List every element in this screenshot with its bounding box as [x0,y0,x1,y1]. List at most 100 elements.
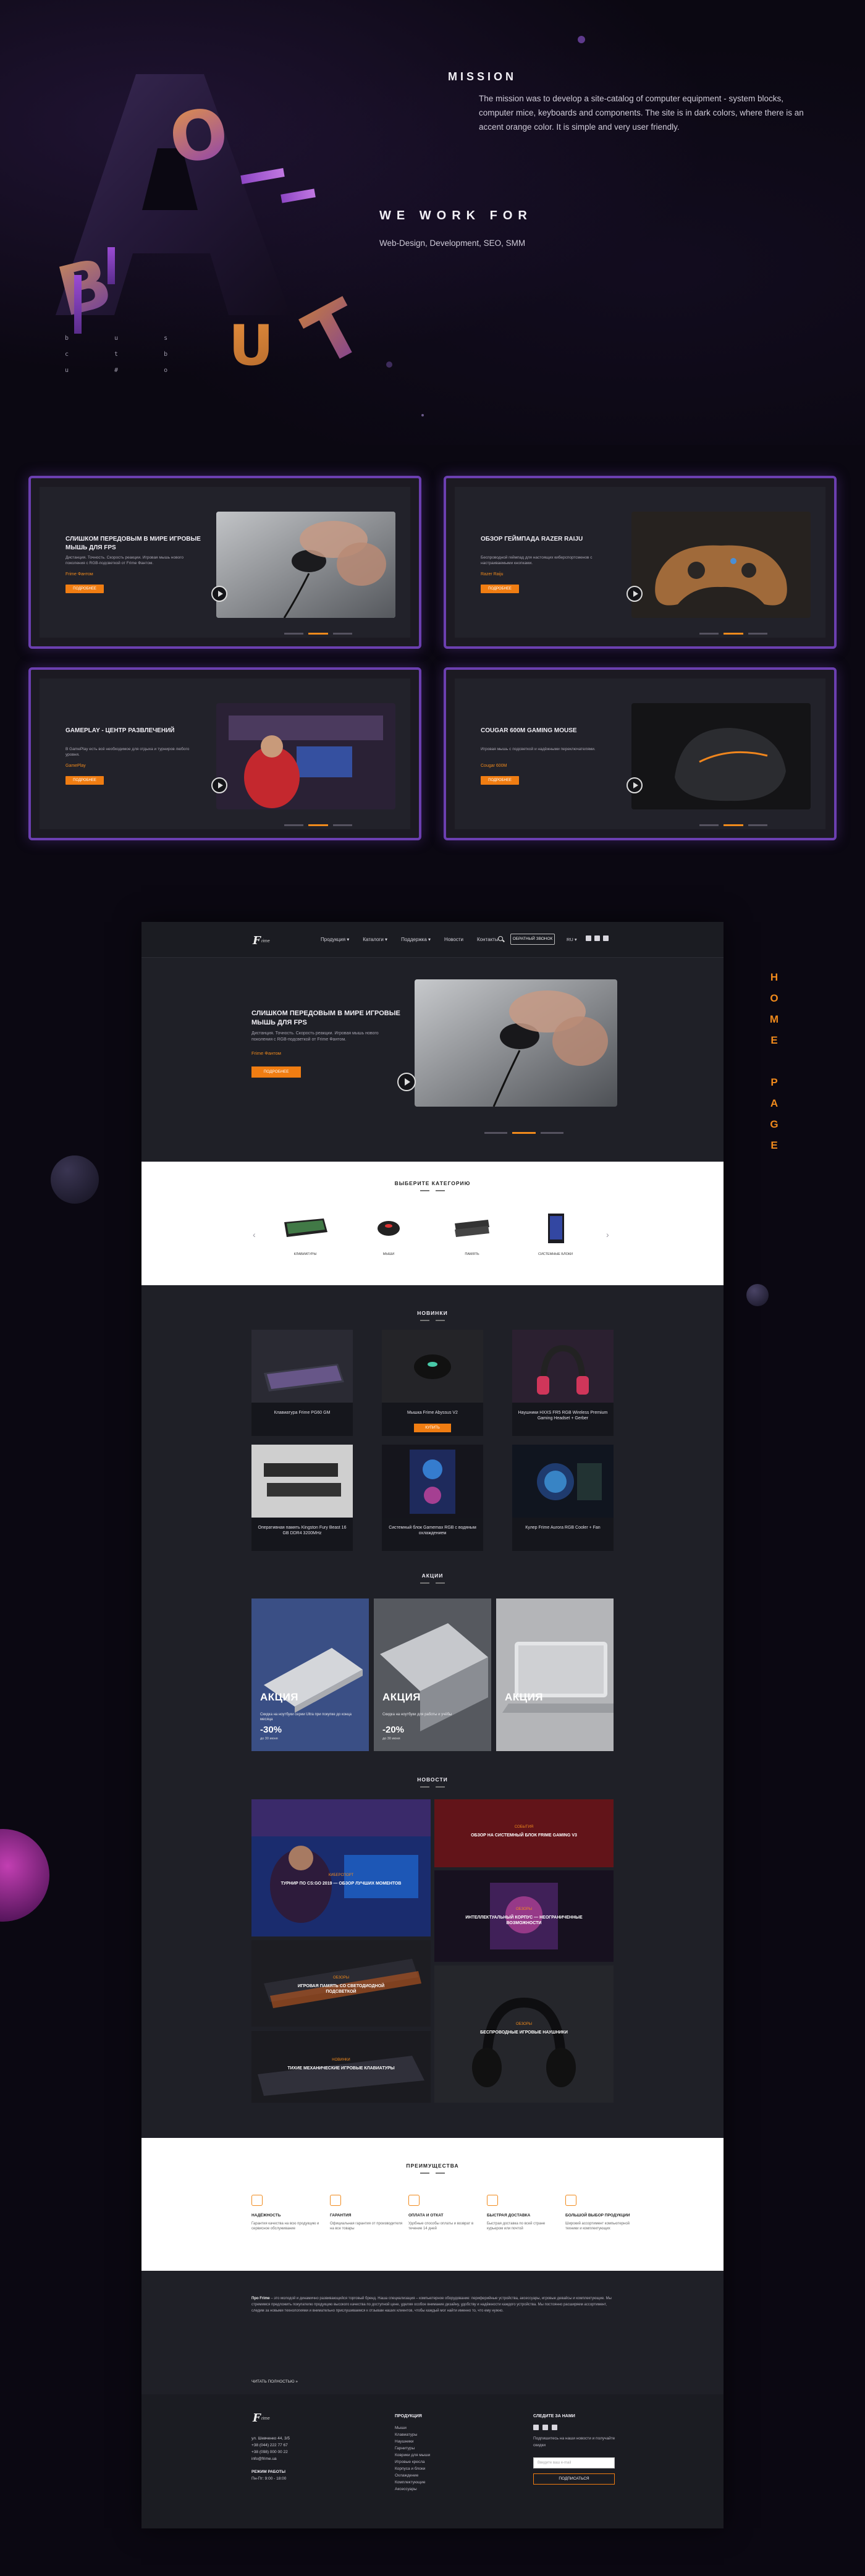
product-card[interactable]: Кулер Frime Aurora RGB Cooler + Fan [512,1445,614,1551]
slide-more-button[interactable]: ПОДРОБНЕЕ [481,585,519,593]
chevron-right-icon[interactable]: › [606,1230,609,1239]
product-name: Оперативная память Kingston Fury Beast 1… [258,1526,347,1535]
nav-item-catalogs[interactable]: Каталоги ▾ [363,937,387,942]
section-title: АКЦИИ [421,1573,444,1579]
category-system-units[interactable]: СИСТЕМНЫЕ БЛОКИ [521,1211,589,1256]
footer-subscribe: СЛЕДИТЕ ЗА НАМИ Подпишитесь на наши ново… [533,2413,620,2485]
slide-description: Беспроводной геймпад для настоящих кибер… [481,555,593,565]
product-image [512,1445,614,1518]
play-button[interactable] [211,586,227,602]
nav-item-news[interactable]: Новости [444,937,463,942]
news-card[interactable]: КИБЕРСПОРТ ТУРНИР ПО CS:GO 2019 — ОБЗОР … [251,1799,431,1936]
nav-item-contacts[interactable]: Контакты [477,937,499,942]
play-button[interactable] [397,1073,416,1091]
instagram-icon[interactable] [603,935,609,941]
category-memory[interactable]: ПАМЯТЬ [438,1211,506,1256]
play-button[interactable] [627,586,643,602]
read-more-link[interactable]: ЧИТАТЬ ПОЛНОСТЬЮ » [251,2380,298,2384]
product-card[interactable]: Клавиатура Frime PG60 GM [251,1330,353,1436]
mission-text: The mission was to develop a site-catalo… [479,94,804,132]
hero-title: СЛИШКОМ ПЕРЕДОВЫМ В МИРЕ ИГРОВЫЕ МЫШЬ ДЛ… [251,1010,400,1026]
product-card[interactable]: Оперативная память Kingston Fury Beast 1… [251,1445,353,1551]
letter-u: U [229,313,274,378]
search-icon[interactable] [497,935,505,943]
youtube-icon[interactable] [586,935,591,941]
nav-item-products[interactable]: Продукция ▾ [321,937,349,942]
slide-more-button[interactable]: ПОДРОБНЕЕ [65,776,104,785]
ornament-icon [420,1319,445,1322]
product-card[interactable]: Мышка Frime Abyssus V2 КУПИТЬ [382,1330,483,1436]
about-lettering: O B U T [43,68,376,383]
slide-link[interactable]: GamePlay [65,764,86,768]
category-keyboards[interactable]: КЛАВИАТУРЫ [271,1211,339,1256]
product-card[interactable]: Наушники HXXS FR5 RGB Wireless Premium G… [512,1330,614,1436]
letter-i [74,275,82,334]
nav-item-support[interactable]: Поддержка ▾ [401,937,431,942]
email-field[interactable]: Введите ваш e-mail [533,2457,615,2468]
decor-sphere [746,1284,769,1306]
slide-title: ОБЗОР ГЕЙМПАДА RAZER RAIJU [481,536,583,543]
news-card[interactable]: ОБЗОРЫ БЕСПРОВОДНЫЕ ИГРОВЫЕ НАУШНИКИ [434,1966,614,2103]
slide-link[interactable]: Razer Raiju [481,572,504,576]
callback-button[interactable]: ОБРАТНЫЙ ЗВОНОК [510,934,555,945]
play-button[interactable] [211,777,227,793]
category-mice[interactable]: МЫШИ [355,1211,423,1256]
shield-icon [251,2195,263,2206]
product-card[interactable]: Системный блок Gamemax RGB с водяным охл… [382,1445,483,1551]
promo-card[interactable]: АКЦИЯ Скидка на ноутбуки серии Ultra при… [251,1598,369,1751]
nav-menu: Продукция ▾ Каталоги ▾ Поддержка ▾ Новос… [321,937,499,942]
youtube-icon[interactable] [533,2425,539,2430]
pc-case-image [531,1211,580,1245]
slider-dots[interactable] [284,633,352,635]
about-text: Про Frime – это молодой и динамично разв… [251,2297,612,2313]
advantage-item: ГАРАНТИЯ Официальная гарантия от произво… [330,2195,404,2231]
mouse-photo [216,512,395,618]
slide-link[interactable]: Cougar 600M [481,764,507,768]
ornament-icon [420,1189,445,1193]
language-select[interactable]: RU ▾ [567,937,577,942]
footer-logo[interactable]: F rime [253,2413,282,2424]
ornament-icon [420,1581,445,1585]
news-card[interactable]: НОВИНКИ ТИХИЕ МЕХАНИЧЕСКИЕ ИГРОВЫЕ КЛАВИ… [251,2031,431,2103]
home-page-mockup: F rime Продукция ▾ Каталоги ▾ Поддержка … [141,922,724,2528]
decor-dot [386,361,392,368]
box-icon [565,2195,576,2206]
slide-variants: СЛИШКОМ ПЕРЕДОВЫМ В МИРЕ ИГРОВЫЕ МЫШЬ ДЛ… [28,476,837,840]
slide-more-button[interactable]: ПОДРОБНЕЕ [65,585,104,593]
chevron-left-icon[interactable]: ‹ [253,1230,256,1239]
news-card[interactable]: ОБЗОРЫ ИНТЕЛЛЕКТУАЛЬНЫЙ КОРПУС — НЕОГРАН… [434,1870,614,1962]
hero-link[interactable]: Frime Фантом [251,1050,281,1056]
promo-card[interactable]: АКЦИЯ Скидка на ноутбуки для работы и уч… [374,1598,491,1751]
slide-link[interactable]: Frime Фантом [65,572,93,576]
subscribe-button[interactable]: ПОДПИСАТЬСЯ [533,2473,615,2485]
slider-dots[interactable] [699,824,767,826]
slide-more-button[interactable]: ПОДРОБНЕЕ [481,776,519,785]
home-page-label: H O M E P A G E [769,971,779,1151]
slider-dots[interactable] [699,633,767,635]
news-card[interactable]: СОБЫТИЯ ОБЗОР НА СИСТЕМНЫЙ БЛОК FRIME GA… [434,1799,614,1867]
buy-button[interactable]: КУПИТЬ [414,1424,451,1432]
product-image [382,1445,483,1518]
letter-o: O [164,93,233,179]
product-image [251,1445,353,1518]
wallet-icon [408,2195,420,2206]
instagram-icon[interactable] [552,2425,557,2430]
section-title: НОВОСТИ [417,1776,448,1783]
news-card[interactable]: ОБЗОРЫ ИГРОВАЯ ПАМЯТЬ СО СВЕТОДИОДНОЙ ПО… [251,1940,431,2027]
hero-more-button[interactable]: ПОДРОБНЕЕ [251,1066,301,1078]
play-button[interactable] [627,777,643,793]
hero-mouse-photo [415,979,617,1107]
slide-description: Игровая мышь с подсветкой и надёжными пе… [481,747,596,751]
slider-dots[interactable] [284,824,352,826]
promo-card[interactable]: АКЦИЯ [496,1598,614,1751]
product-name: Мышка Frime Abyssus V2 [407,1411,458,1415]
about-company: Про Frime – это молодой и динамично разв… [141,2271,724,2394]
facebook-icon[interactable] [542,2425,548,2430]
letter-i [108,247,115,284]
tiny-grid: b u s c t b u # o [65,335,189,374]
keyboard-image [281,1211,330,1245]
facebook-icon[interactable] [594,935,600,941]
section-title: ПРЕИМУЩЕСТВА [406,2163,459,2169]
site-logo[interactable]: F rime [253,935,282,947]
slider-dots[interactable] [484,1132,563,1134]
